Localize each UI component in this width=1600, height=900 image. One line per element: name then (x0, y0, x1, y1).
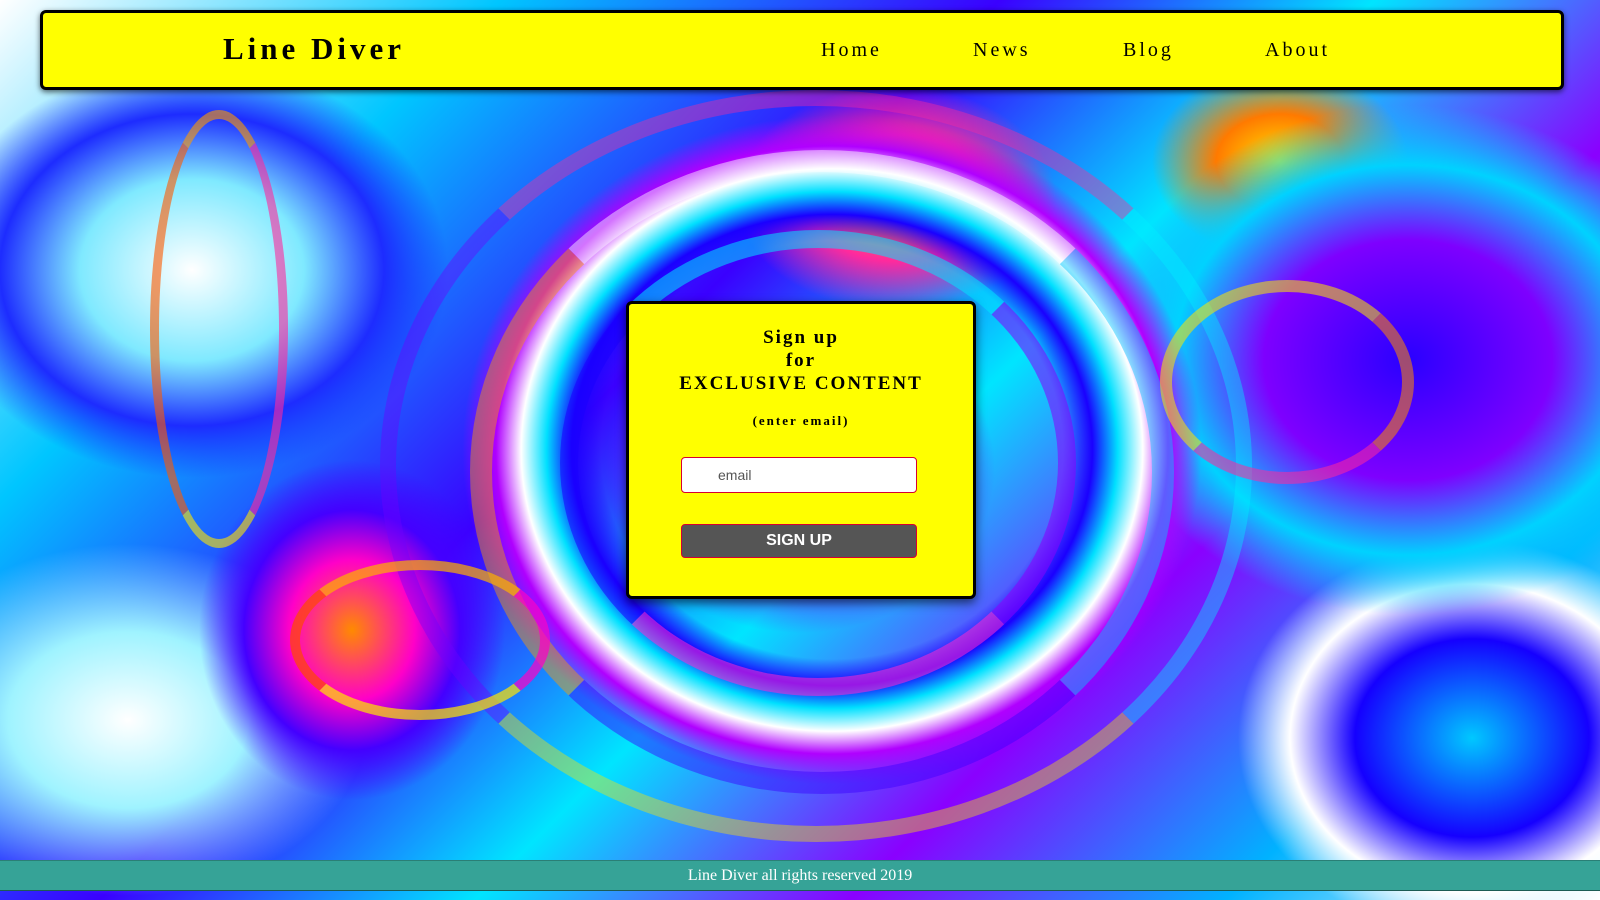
signup-heading-line2: for (785, 350, 817, 371)
nav-link-about[interactable]: About (1265, 39, 1330, 62)
nav-link-news[interactable]: News (973, 39, 1031, 62)
swirl-ring (1160, 280, 1414, 484)
navbar: Line Diver Home News Blog About (40, 10, 1564, 90)
signup-button[interactable]: SIGN UP (681, 524, 917, 558)
swirl-ring (290, 560, 550, 720)
signup-heading-line3: EXCLUSIVE CONTENT (679, 373, 923, 394)
signup-heading: Sign up for EXCLUSIVE CONTENT (629, 326, 973, 395)
nav-link-blog[interactable]: Blog (1123, 39, 1174, 62)
site-logo-text[interactable]: Line Diver (223, 31, 405, 67)
footer: Line Diver all rights reserved 2019 (0, 860, 1600, 891)
swirl-ring (150, 110, 288, 548)
footer-copyright: Line Diver all rights reserved 2019 (687, 867, 913, 884)
signup-hint: (enter email) (752, 413, 850, 428)
signup-card: Sign up for EXCLUSIVE CONTENT (enter ema… (626, 301, 976, 599)
signup-heading-line1: Sign up (763, 327, 839, 348)
email-field[interactable] (681, 457, 917, 493)
nav-link-home[interactable]: Home (821, 39, 882, 62)
